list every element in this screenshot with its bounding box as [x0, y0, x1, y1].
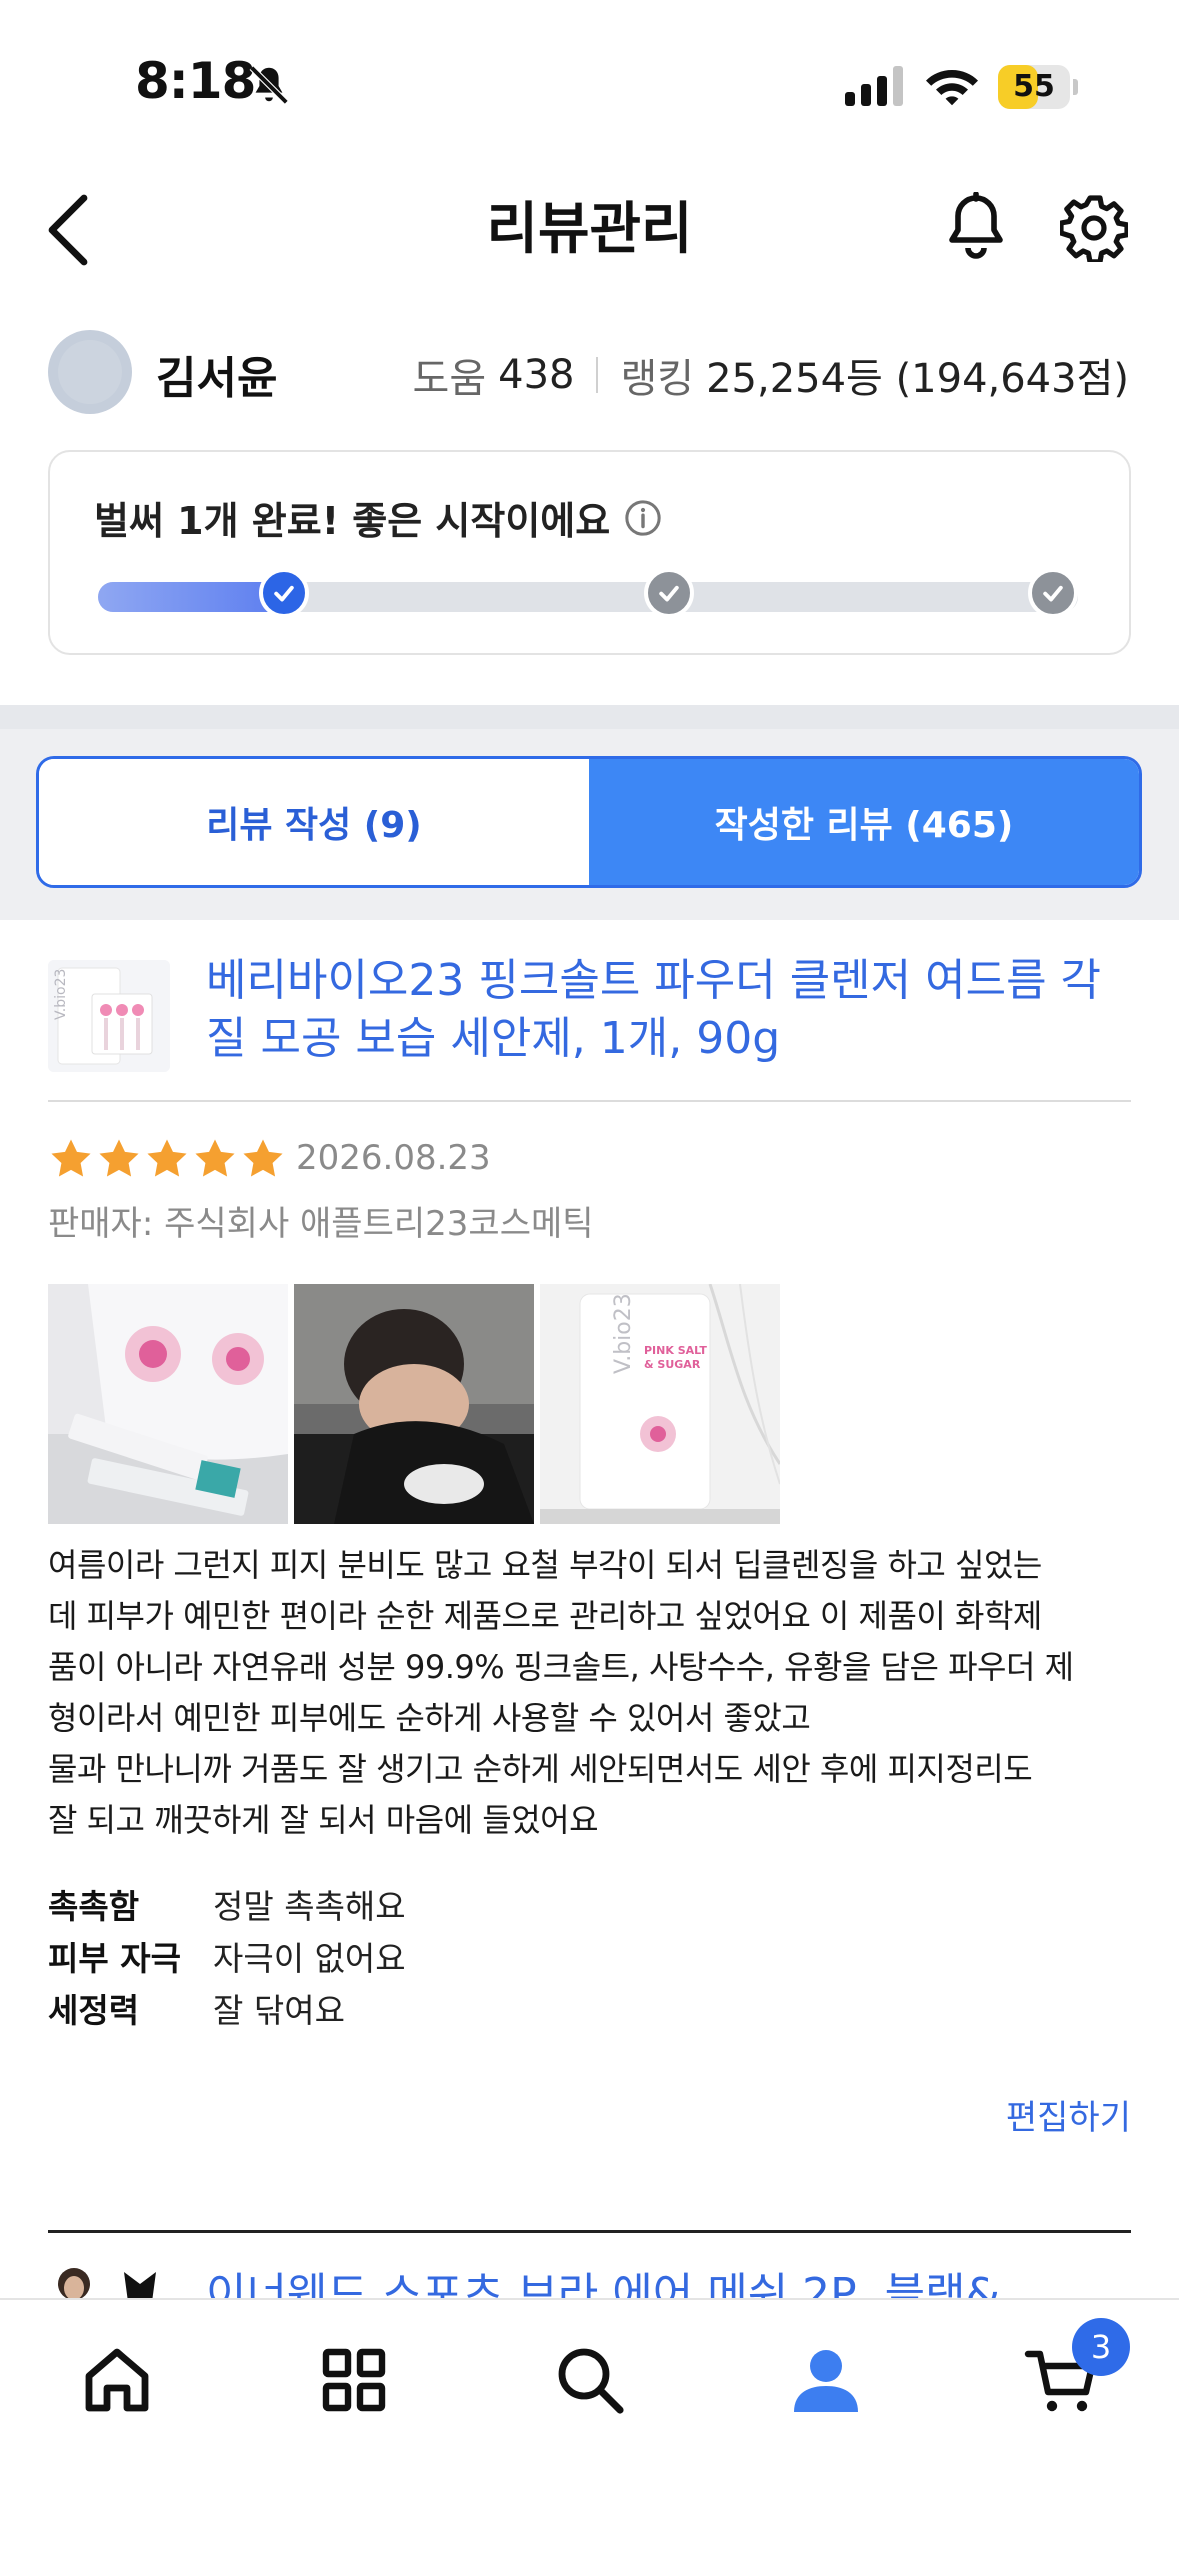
home-icon[interactable]	[77, 2340, 157, 2420]
avatar[interactable]	[48, 330, 132, 414]
ranking-value: 25,254등 (194,643점)	[706, 356, 1129, 402]
review-text-line: 여름이라 그런지 피지 분비도 많고 요철 부각이 되서 딥클렌징을 하고 싶었…	[48, 1546, 1042, 1584]
review-date: 2026.08.23	[296, 1138, 491, 1178]
category-icon[interactable]	[314, 2340, 394, 2420]
tab-write-review[interactable]: 리뷰 작성 (9)	[39, 759, 589, 885]
review-tabs: 리뷰 작성 (9) 작성한 리뷰 (465)	[36, 756, 1142, 888]
battery-indicator: 55	[998, 65, 1078, 109]
notification-bell-icon[interactable]	[944, 192, 1008, 264]
check-icon	[658, 585, 679, 602]
battery-level: 55	[1013, 69, 1055, 104]
attribute-row: 촉촉함 정말 촉촉해요	[48, 1880, 406, 1928]
cellular-signal-icon	[845, 66, 903, 106]
bottom-navigation	[0, 2298, 1179, 2556]
ranking-label: 랭킹	[620, 356, 695, 402]
attribute-key: 세정력	[48, 1991, 140, 2030]
star-icon	[243, 1139, 283, 1177]
progress-track	[98, 582, 1078, 612]
review-photos: V.bio23 PINK SALT & SUGAR	[48, 1284, 786, 1524]
progress-message: 벌써 1개 완료! 좋은 시작이에요	[94, 499, 611, 543]
info-icon[interactable]	[624, 499, 662, 537]
star-icon	[195, 1139, 235, 1177]
attribute-key: 피부 자극	[48, 1939, 181, 1978]
svg-text:V.bio23: V.bio23	[611, 1293, 636, 1374]
wifi-icon	[926, 70, 978, 106]
rating-stars	[48, 1136, 288, 1182]
user-stats: 도움 438 랭킹 25,254등 (194,643점)	[413, 346, 1129, 404]
help-label: 도움	[412, 356, 487, 402]
review-text-line: 데 피부가 예민한 편이라 순한 제품으로 관리하고 싶었어요 이 제품이 화학…	[48, 1597, 1042, 1635]
product-divider	[48, 1100, 1131, 1102]
svg-text:PINK SALT: PINK SALT	[644, 1344, 707, 1357]
svg-text:& SUGAR: & SUGAR	[644, 1358, 701, 1371]
attribute-value: 정말 촉촉해요	[213, 1887, 406, 1926]
star-icon	[99, 1139, 139, 1177]
status-time: 8:18	[135, 52, 256, 110]
review-photo[interactable]: V.bio23 PINK SALT & SUGAR	[540, 1284, 780, 1524]
progress-step-2	[643, 568, 694, 618]
product-thumbnail[interactable]: V.bio23	[48, 960, 170, 1072]
user-name: 김서윤	[156, 353, 278, 404]
review-text-line: 품이 아니라 자연유래 성분 99.9% 핑크솔트, 사탕수수, 유황을 담은 …	[48, 1648, 1074, 1686]
attribute-key: 촉촉함	[48, 1887, 140, 1926]
help-count: 438	[498, 352, 575, 398]
star-icon	[147, 1139, 187, 1177]
search-icon[interactable]	[550, 2340, 630, 2420]
cart-count-badge: 3	[1072, 2318, 1130, 2376]
review-photo[interactable]	[294, 1284, 534, 1524]
attribute-row: 피부 자극 자극이 없어요	[48, 1932, 406, 1980]
section-separator	[0, 705, 1179, 729]
review-text-line: 잘 되고 깨끗하게 잘 되서 마음에 들었어요	[48, 1801, 599, 1839]
progress-step-3	[1028, 568, 1078, 618]
status-bar: 8:18 55	[0, 0, 1179, 170]
gear-icon[interactable]	[1060, 194, 1128, 262]
stats-divider	[596, 357, 599, 393]
review-photo[interactable]	[48, 1284, 288, 1524]
tab-written-reviews[interactable]: 작성한 리뷰 (465)	[589, 759, 1139, 885]
progress-card: 벌써 1개 완료! 좋은 시작이에요	[48, 450, 1131, 655]
product-title-link[interactable]: 베리바이오23 핑크솔트 파우더 클렌저 여드름 각질 모공 보습 세안제, 1…	[206, 952, 1106, 1068]
review-divider	[48, 2230, 1131, 2233]
check-icon	[1043, 585, 1063, 602]
review-text-line: 물과 만나니까 거품도 잘 생기고 순하게 세안되면서도 세안 후에 피지정리도	[48, 1750, 1033, 1788]
seller-name: 판매자: 주식회사 애플트리23코스메틱	[48, 1204, 594, 1244]
attribute-row: 세정력 잘 닦여요	[48, 1984, 345, 2032]
svg-text:V.bio23: V.bio23	[53, 969, 69, 1020]
bell-off-icon	[249, 65, 289, 105]
attribute-value: 잘 닦여요	[213, 1991, 345, 2030]
attribute-value: 자극이 없어요	[213, 1939, 406, 1978]
check-icon	[274, 585, 294, 602]
review-text-line: 형이라서 예민한 피부에도 순하게 사용할 수 있어서 좋았고	[48, 1699, 811, 1737]
progress-step-1	[259, 568, 310, 618]
review-body: 여름이라 그런지 피지 분비도 많고 요철 부각이 되서 딥클렌징을 하고 싶었…	[48, 1540, 1138, 1846]
edit-review-link[interactable]: 편집하기	[1006, 2090, 1131, 2139]
progress-message-row: 벌써 1개 완료! 좋은 시작이에요	[94, 490, 662, 545]
star-icon	[51, 1139, 91, 1177]
next-product-title-link[interactable]: 이너웨드 스포츠 브라 에어 메쉬 2P, 블랙&	[206, 2258, 1000, 2298]
account-icon[interactable]	[786, 2340, 866, 2420]
